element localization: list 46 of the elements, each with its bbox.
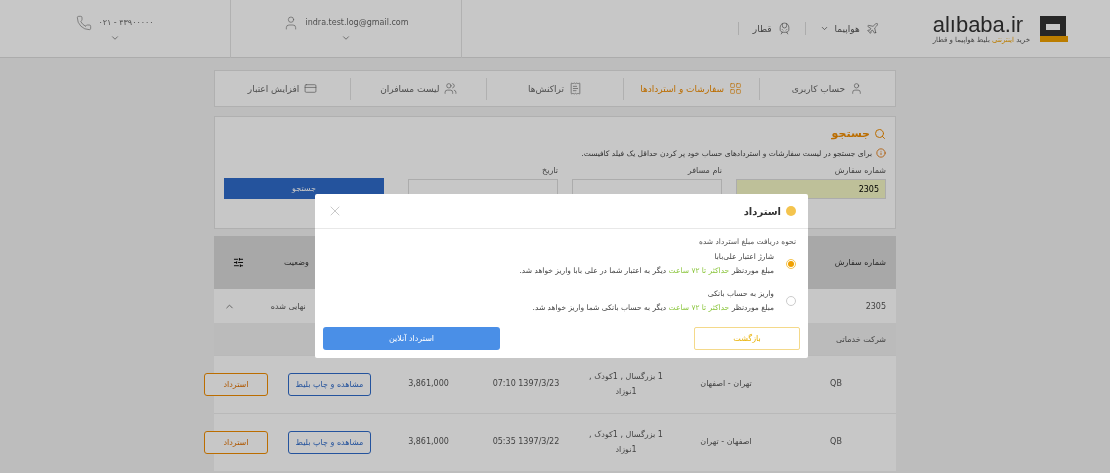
tab[interactable]: تراکنش‌ها <box>486 77 623 100</box>
column-header[interactable]: شماره سفارش <box>834 258 886 267</box>
date-cell-text: 1397/3/23 07:10 <box>491 378 561 391</box>
field-label: نام مسافر <box>686 166 722 175</box>
field-label: تاریخ <box>541 166 558 175</box>
nav-item[interactable]: قطار <box>737 22 805 35</box>
receipt-icon <box>568 82 582 95</box>
route-cell-text: تهران - اصفهان <box>699 378 753 391</box>
info-icon <box>876 148 886 158</box>
tab[interactable]: افزایش اعتبار <box>215 77 351 100</box>
route-cell-text: اصفهان - تهران <box>699 436 753 449</box>
airline-cell-text: QB <box>829 436 843 449</box>
grid-icon <box>729 82 743 95</box>
order-number: 2305 <box>865 301 886 311</box>
nav-item[interactable]: هواپیما <box>804 22 893 35</box>
filter-icon[interactable] <box>233 257 244 268</box>
field-label: شماره سفارش <box>833 166 886 175</box>
online-refund-button[interactable]: استرداد آنلاین <box>323 327 500 350</box>
price-cell-text: 3,861,000 <box>407 378 450 391</box>
column-header: شرکت خدماتی <box>835 334 886 344</box>
search-icon <box>874 127 886 140</box>
plane-icon <box>865 22 879 35</box>
search-title: جستجو <box>831 127 870 140</box>
view-ticket-button[interactable]: مشاهده و چاپ بلیط <box>288 373 371 396</box>
column-header[interactable]: وضعیت <box>284 258 309 267</box>
price-cell-text: 3,861,000 <box>407 436 450 449</box>
refund-button[interactable]: استرداد <box>204 373 268 396</box>
logo[interactable]: alıbaba.ir <box>932 13 1024 36</box>
user-icon <box>850 82 864 95</box>
phone-number[interactable]: ۰۲۱ - ۴۳۹۰۰۰۰۰ <box>98 18 154 27</box>
input-field[interactable]: 2305 <box>736 179 886 199</box>
refund-button[interactable]: استرداد <box>204 431 268 454</box>
users-icon <box>444 82 458 95</box>
passengers-cell-text: 1 بزرگسال , 1کودک , 1نوزاد <box>588 371 664 398</box>
account-email[interactable]: indra.test.log@gmail.com <box>305 18 409 27</box>
date-cell-text: 1397/3/22 05:35 <box>491 436 561 449</box>
order-status: نهایی شده <box>270 301 306 311</box>
view-ticket-button[interactable]: مشاهده و چاپ بلیط <box>288 431 371 454</box>
tab[interactable]: لیست مسافران <box>350 77 487 100</box>
tab[interactable]: حساب کاربری <box>758 77 895 100</box>
train-icon <box>777 22 791 35</box>
passengers-cell-text: 1 بزرگسال , 1کودک , 1نوزاد <box>588 429 664 456</box>
card-icon <box>304 82 318 95</box>
dialog-title: استرداد <box>743 205 781 217</box>
phone-icon <box>76 14 93 31</box>
airline-cell-text: QB <box>829 378 843 391</box>
